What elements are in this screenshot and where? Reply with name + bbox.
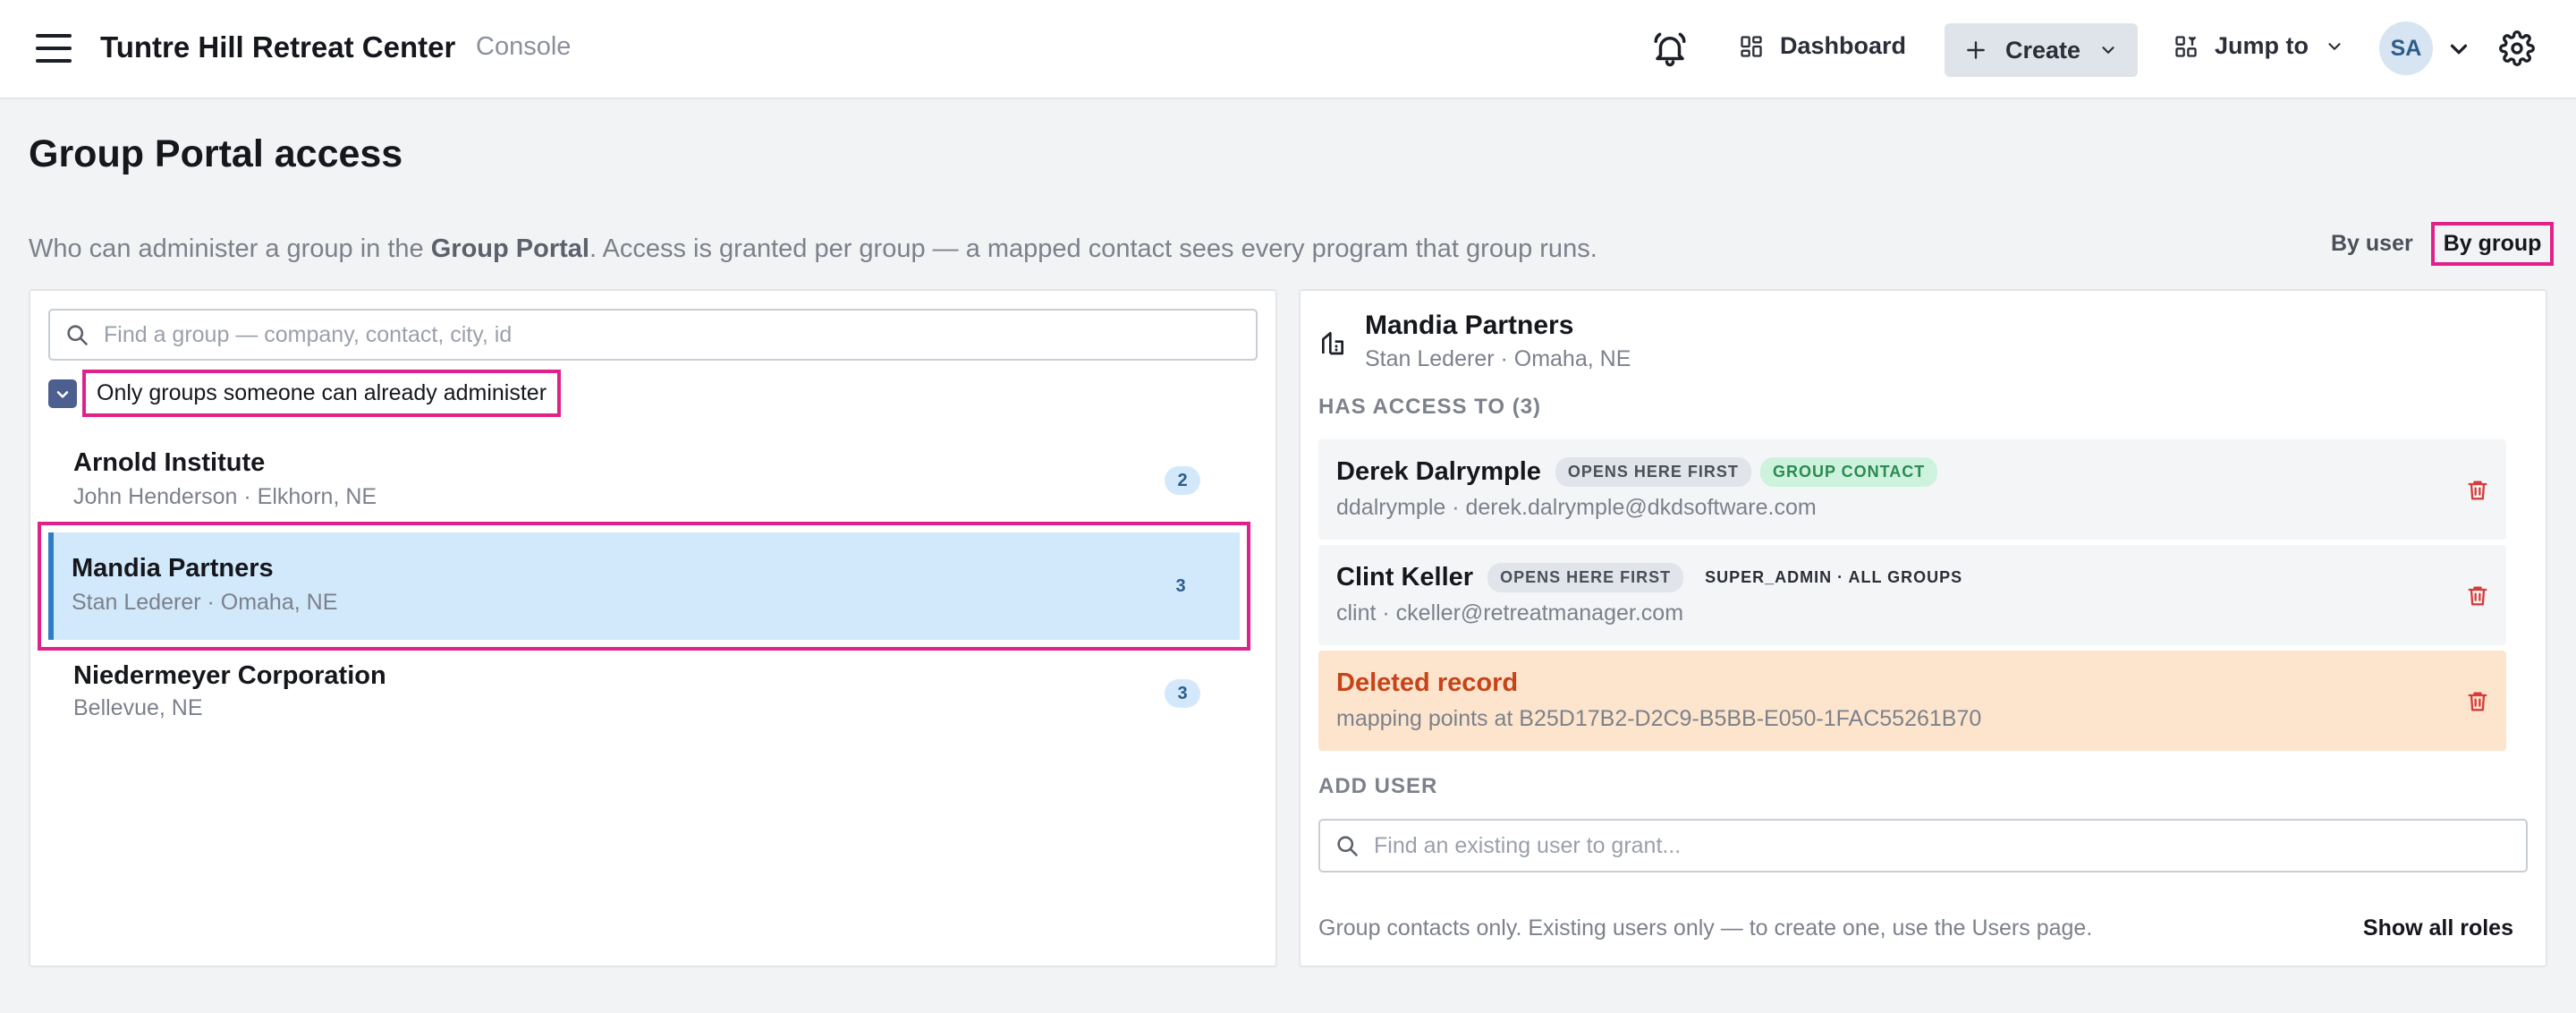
by-group-toggle[interactable]: By group	[2430, 222, 2555, 266]
app-subtitle: Console	[476, 32, 572, 61]
access-heading: HAS ACCESS TO (3)	[1318, 395, 1542, 419]
group-subtitle: Bellevue, NE	[73, 695, 203, 720]
page-description-suffix: . Access is granted per group — a mapped…	[589, 234, 1597, 263]
group-subtitle: Stan Lederer · Omaha, NE	[72, 590, 338, 615]
group-access-count: 3	[1175, 575, 1186, 596]
page-title: Group Portal access	[29, 132, 403, 175]
view-toggle: By user By group	[2320, 222, 2555, 266]
trash-icon[interactable]	[2465, 688, 2490, 715]
dashboard-button[interactable]: Dashboard	[1739, 32, 1906, 60]
building-icon	[1322, 332, 1343, 355]
search-icon	[67, 325, 88, 345]
administer-filter: Only groups someone can already administ…	[48, 370, 562, 417]
page-description-bold: Group Portal	[430, 234, 589, 263]
chevron-down-icon	[2328, 42, 2341, 50]
bell-icon[interactable]	[1651, 30, 1689, 68]
group-access-count: 2	[1165, 466, 1200, 495]
gear-icon[interactable]	[2499, 30, 2535, 66]
group-list-item[interactable]: Arnold Institute John Henderson · Elkhor…	[38, 432, 1254, 522]
opens-here-first-badge: OPENS HERE FIRST	[1487, 563, 1684, 592]
deleted-record-details: mapping points at B25D17B2-D2C9-B5BB-E05…	[1336, 706, 1982, 731]
access-user-name: Clint Keller	[1336, 563, 1474, 592]
dashboard-icon	[1741, 35, 1762, 57]
access-user-details: ddalrymple · derek.dalrymple@dkdsoftware…	[1336, 495, 1817, 520]
detail-group-subtitle: Stan Lederer · Omaha, NE	[1365, 346, 1631, 371]
by-user-toggle[interactable]: By user	[2320, 224, 2424, 264]
selection-highlight	[48, 532, 1240, 640]
groups-panel: Only groups someone can already administ…	[29, 289, 1277, 967]
access-user-details: clint · ckeller@retreatmanager.com	[1336, 600, 1684, 626]
top-bar: Tuntre Hill Retreat Center Console Dashb…	[0, 0, 2576, 99]
super-admin-badge: SUPER_ADMIN · ALL GROUPS	[1692, 563, 1976, 592]
trash-icon[interactable]	[2465, 477, 2490, 504]
page-description: Who can administer a group in the Group …	[29, 234, 1597, 264]
access-user-header: Derek Dalrymple OPENS HERE FIRST GROUP C…	[1336, 457, 1938, 487]
group-name: Mandia Partners	[72, 554, 274, 583]
access-user-row: Derek Dalrymple OPENS HERE FIRST GROUP C…	[1318, 439, 2506, 540]
search-icon	[1337, 836, 1358, 856]
group-search-input[interactable]	[104, 321, 1256, 348]
group-name: Niedermeyer Corporation	[73, 661, 386, 690]
access-user-name: Derek Dalrymple	[1336, 457, 1541, 486]
footer-note: Group contacts only. Existing users only…	[1318, 915, 2093, 941]
opens-here-first-badge: OPENS HERE FIRST	[1555, 457, 1751, 487]
create-label: Create	[2004, 36, 2081, 64]
group-access-count: 3	[1165, 679, 1200, 708]
trash-icon[interactable]	[2465, 583, 2490, 609]
dashboard-label: Dashboard	[1780, 32, 1907, 59]
group-name: Arnold Institute	[73, 448, 266, 477]
plus-icon	[1967, 41, 1985, 59]
group-list-item-selected[interactable]: Mandia Partners Stan Lederer · Omaha, NE…	[38, 522, 1250, 651]
deleted-record-title: Deleted record	[1336, 668, 1519, 697]
jump-to-label: Jump to	[2215, 32, 2309, 59]
add-user-heading: ADD USER	[1318, 774, 1438, 798]
check-icon	[56, 390, 69, 398]
deleted-record-row: Deleted record mapping points at B25D17B…	[1318, 651, 2506, 751]
user-search-input[interactable]	[1374, 832, 2526, 859]
create-button[interactable]: Create	[1945, 23, 2138, 77]
access-user-header: Clint Keller OPENS HERE FIRST SUPER_ADMI…	[1336, 563, 1976, 592]
group-detail-panel: Mandia Partners Stan Lederer · Omaha, NE…	[1299, 289, 2547, 967]
group-subtitle: John Henderson · Elkhorn, NE	[73, 484, 377, 509]
page-description-prefix: Who can administer a group in the	[29, 234, 431, 263]
user-search-box	[1318, 819, 2528, 873]
jump-icon	[2175, 35, 2197, 57]
administer-filter-checkbox[interactable]	[48, 379, 77, 408]
menu-icon[interactable]	[36, 34, 72, 64]
detail-group-name: Mandia Partners	[1365, 311, 1574, 340]
app-title: Tuntre Hill Retreat Center	[100, 30, 456, 64]
access-user-row: Clint Keller OPENS HERE FIRST SUPER_ADMI…	[1318, 545, 2506, 645]
chevron-down-icon[interactable]	[2445, 34, 2472, 64]
jump-to-button[interactable]: Jump to	[2174, 32, 2344, 60]
chevron-down-icon	[2102, 47, 2114, 54]
group-list-item[interactable]: Niedermeyer Corporation Bellevue, NE 3	[38, 656, 1254, 745]
avatar[interactable]: SA	[2379, 21, 2433, 75]
group-search-box	[48, 309, 1258, 361]
group-contact-badge: GROUP CONTACT	[1759, 457, 1938, 487]
access-user-header: Deleted record	[1336, 668, 1523, 698]
show-all-roles-button[interactable]: Show all roles	[2363, 915, 2513, 941]
administer-filter-label[interactable]: Only groups someone can already administ…	[82, 370, 562, 417]
